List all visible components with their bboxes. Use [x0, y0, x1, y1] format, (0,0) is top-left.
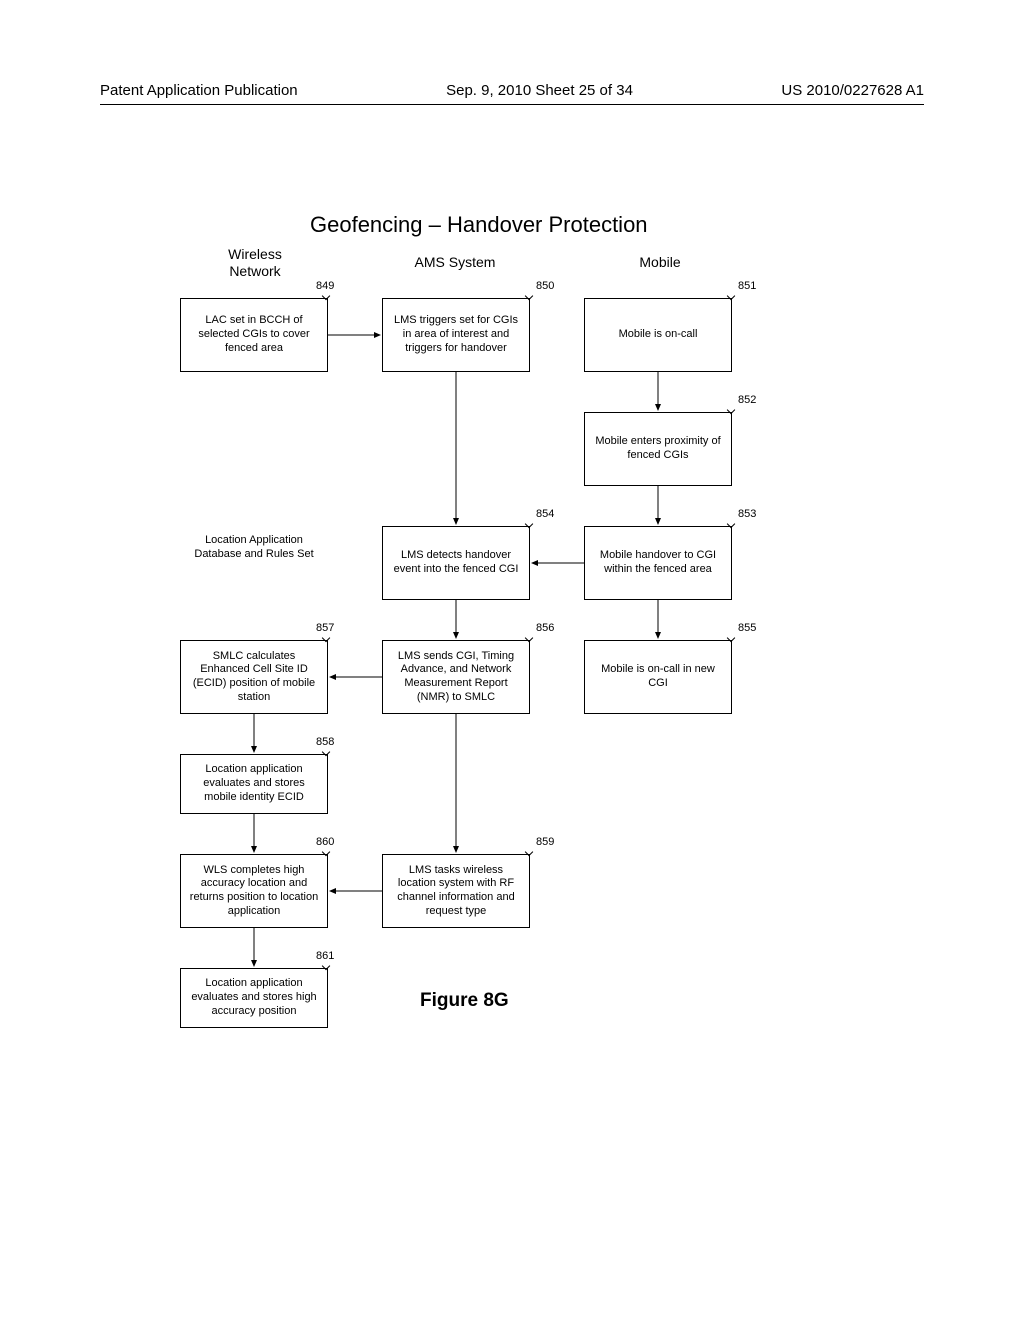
header-center: Sep. 9, 2010 Sheet 25 of 34 [446, 82, 633, 99]
page-header: Patent Application Publication Sep. 9, 2… [100, 82, 924, 99]
box-859: LMS tasks wireless location system with … [382, 854, 530, 928]
box-857: SMLC calculates Enhanced Cell Site ID (E… [180, 640, 328, 714]
ref-860: 860 [316, 836, 334, 848]
ref-856: 856 [536, 622, 554, 634]
box-858: Location application evaluates and store… [180, 754, 328, 814]
box-855: Mobile is on-call in new CGI [584, 640, 732, 714]
header-rule [100, 104, 924, 105]
ref-853: 853 [738, 508, 756, 520]
col-ams: AMS System [405, 254, 505, 271]
ref-851: 851 [738, 280, 756, 292]
box-860-text: WLS completes high accuracy location and… [187, 864, 321, 919]
box-849: LAC set in BCCH of selected CGIs to cove… [180, 298, 328, 372]
ref-859: 859 [536, 836, 554, 848]
box-854-text: LMS detects handover event into the fenc… [389, 549, 523, 577]
box-861: Location application evaluates and store… [180, 968, 328, 1028]
box-856-text: LMS sends CGI, Timing Advance, and Netwo… [389, 650, 523, 705]
box-locapp: Location Application Database and Rules … [180, 518, 328, 578]
box-851: Mobile is on-call [584, 298, 732, 372]
box-853-text: Mobile handover to CGI within the fenced… [591, 549, 725, 577]
box-856: LMS sends CGI, Timing Advance, and Netwo… [382, 640, 530, 714]
figure-label: Figure 8G [420, 990, 509, 1012]
col-mobile: Mobile [630, 254, 690, 271]
ref-849: 849 [316, 280, 334, 292]
diagram-title: Geofencing – Handover Protection [310, 212, 648, 238]
box-860: WLS completes high accuracy location and… [180, 854, 328, 928]
box-859-text: LMS tasks wireless location system with … [389, 864, 523, 919]
box-857-text: SMLC calculates Enhanced Cell Site ID (E… [187, 650, 321, 705]
box-855-text: Mobile is on-call in new CGI [591, 663, 725, 691]
ref-861: 861 [316, 950, 334, 962]
box-852: Mobile enters proximity of fenced CGIs [584, 412, 732, 486]
box-851-text: Mobile is on-call [619, 328, 698, 342]
ref-850: 850 [536, 280, 554, 292]
col-wireless: Wireless Network [210, 246, 300, 280]
box-858-text: Location application evaluates and store… [187, 763, 321, 804]
ref-852: 852 [738, 394, 756, 406]
ref-854: 854 [536, 508, 554, 520]
ref-857: 857 [316, 622, 334, 634]
box-852-text: Mobile enters proximity of fenced CGIs [591, 435, 725, 463]
header-right: US 2010/0227628 A1 [781, 82, 924, 99]
box-861-text: Location application evaluates and store… [187, 977, 321, 1018]
box-849-text: LAC set in BCCH of selected CGIs to cove… [187, 314, 321, 355]
box-854: LMS detects handover event into the fenc… [382, 526, 530, 600]
ref-855: 855 [738, 622, 756, 634]
ref-858: 858 [316, 736, 334, 748]
box-850-text: LMS triggers set for CGIs in area of int… [389, 314, 523, 355]
box-850: LMS triggers set for CGIs in area of int… [382, 298, 530, 372]
box-locapp-text: Location Application Database and Rules … [186, 534, 322, 562]
box-853: Mobile handover to CGI within the fenced… [584, 526, 732, 600]
header-left: Patent Application Publication [100, 82, 298, 99]
